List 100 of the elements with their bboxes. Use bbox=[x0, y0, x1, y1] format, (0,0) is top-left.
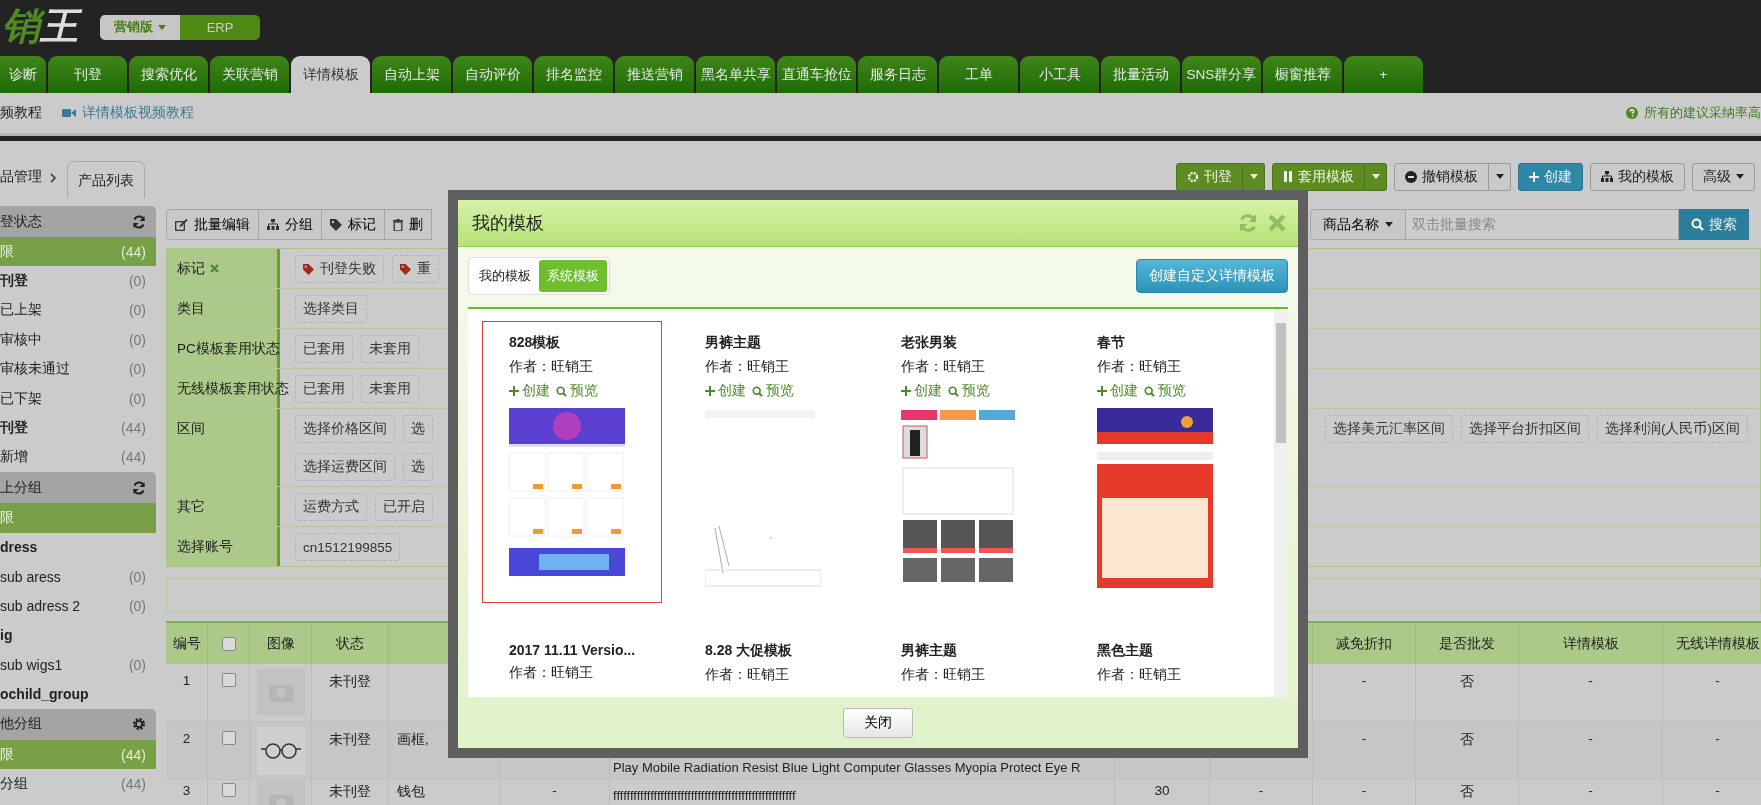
sidebar-item[interactable]: 已上架 (0) bbox=[0, 295, 156, 326]
template-card[interactable]: 828模板 作者：旺销王 创建 预览 bbox=[482, 321, 662, 603]
sidebar-item[interactable]: 分组 (44) bbox=[0, 769, 156, 799]
nav-tab[interactable]: 推送营销 bbox=[615, 56, 694, 93]
sidebar-item[interactable]: 审核未通过 (0) bbox=[0, 354, 156, 384]
filter-option[interactable]: 选择运费区间 bbox=[295, 453, 395, 481]
clear-icon[interactable] bbox=[210, 264, 219, 273]
nav-tab[interactable]: 工单 bbox=[939, 56, 1018, 93]
sidebar-item[interactable]: ochild_group bbox=[0, 679, 156, 709]
create-link[interactable]: 创建 bbox=[901, 382, 942, 400]
close-icon[interactable] bbox=[1268, 214, 1286, 232]
sidebar-item[interactable]: 刊登 (0) bbox=[0, 266, 156, 296]
dropdown-toggle[interactable] bbox=[1243, 162, 1265, 191]
template-card[interactable]: 男裤主题 作者：旺销王 创建 预览 bbox=[678, 321, 858, 603]
nav-tab[interactable]: 批量活动 bbox=[1101, 56, 1180, 93]
scrollbar[interactable] bbox=[1274, 309, 1288, 697]
action-button[interactable]: 我的模板 bbox=[1590, 162, 1685, 191]
template-card[interactable]: 男裤主题 作者：旺销王 bbox=[874, 629, 1054, 697]
filter-option[interactable]: cn1512199855 bbox=[295, 533, 401, 561]
sidebar-item[interactable]: 审核中 (0) bbox=[0, 325, 156, 355]
nav-tab[interactable]: 自动评价 bbox=[453, 56, 532, 93]
table-cell: Play Mobile Radiation Resist Blue Light Computer Glasses Myopia Protect Eye R bbox=[613, 760, 1081, 775]
nav-tab[interactable]: 黑名单共享 bbox=[696, 56, 775, 93]
toolbar-button[interactable]: 批量编辑 bbox=[166, 209, 259, 240]
action-button[interactable]: 刊登 bbox=[1176, 162, 1243, 191]
action-button[interactable]: 高级 bbox=[1692, 162, 1755, 191]
tag-icon bbox=[400, 263, 411, 275]
create-link[interactable]: 创建 bbox=[509, 382, 550, 400]
refresh-icon[interactable] bbox=[132, 214, 146, 229]
close-button[interactable]: 关闭 bbox=[843, 707, 913, 738]
action-button[interactable]: 撤销模板 bbox=[1394, 162, 1489, 191]
tag-filter[interactable]: 重 bbox=[392, 255, 439, 283]
tag-filter[interactable]: 刊登失败 bbox=[295, 255, 384, 283]
filter-option[interactable]: 选 bbox=[403, 453, 433, 481]
filter-option[interactable]: 选择平台折扣区间 bbox=[1461, 415, 1589, 443]
nav-tab[interactable]: 搜索优化 bbox=[129, 56, 208, 93]
nav-tab[interactable]: 直通车抢位 bbox=[777, 56, 856, 93]
template-card[interactable]: 2017 11.11 Versio... 作者：旺销王 bbox=[482, 629, 662, 697]
nav-tab[interactable]: 详情模板 bbox=[291, 56, 370, 93]
action-button[interactable]: 套用模板 bbox=[1272, 162, 1365, 191]
nav-tab[interactable]: 服务日志 bbox=[858, 56, 937, 93]
dropdown-toggle[interactable] bbox=[1489, 162, 1511, 191]
row-checkbox[interactable] bbox=[221, 783, 236, 797]
template-card[interactable]: 黑色主题 作者：旺销王 bbox=[1070, 629, 1250, 697]
dialog-tab[interactable]: 我的模板 bbox=[471, 260, 539, 292]
nav-tab[interactable]: 自动上架 bbox=[372, 56, 451, 93]
notice-text: 所有的建议采纳率高 bbox=[1644, 104, 1761, 122]
toolbar-button[interactable]: 分组 bbox=[258, 209, 322, 240]
preview-link[interactable]: 预览 bbox=[752, 382, 794, 400]
action-button[interactable]: 创建 bbox=[1518, 162, 1583, 191]
filter-option[interactable]: 已开启 bbox=[375, 493, 433, 521]
nav-tab[interactable]: 排名监控 bbox=[534, 56, 613, 93]
nav-tab[interactable]: SNS群分享 bbox=[1182, 56, 1261, 93]
preview-link[interactable]: 预览 bbox=[1144, 382, 1186, 400]
row-checkbox[interactable] bbox=[221, 673, 236, 687]
sidebar-item[interactable]: sub adress 2 (0) bbox=[0, 591, 156, 621]
filter-option[interactable]: 已套用 bbox=[295, 375, 353, 403]
search-button[interactable]: 搜索 bbox=[1679, 209, 1749, 240]
filter-label-text: 类目 bbox=[177, 300, 205, 318]
filter-option[interactable]: 选 bbox=[403, 415, 433, 443]
sidebar-item[interactable]: 新增 (44) bbox=[0, 442, 156, 473]
breadcrumb-tab[interactable]: 产品列表 bbox=[67, 161, 145, 198]
sidebar-item[interactable]: 已下架 (0) bbox=[0, 383, 156, 414]
filter-option[interactable]: 已套用 bbox=[295, 335, 353, 363]
filter-option[interactable]: 选择价格区间 bbox=[295, 415, 395, 443]
filter-option[interactable]: 未套用 bbox=[361, 335, 419, 363]
breadcrumb-item[interactable]: 品管理 bbox=[0, 168, 42, 198]
sidebar-item[interactable]: sub wigs1 (0) bbox=[0, 650, 156, 680]
search-field-select[interactable]: 商品名称 bbox=[1310, 209, 1406, 240]
sidebar-item[interactable]: 刊登 (44) bbox=[0, 413, 156, 443]
create-link[interactable]: 创建 bbox=[705, 382, 746, 400]
sidebar-item[interactable]: sub aress (0) bbox=[0, 561, 156, 592]
toolbar-button[interactable]: 标记 bbox=[321, 209, 385, 240]
template-card[interactable]: 老张男装 作者：旺销王 创建 预览 bbox=[874, 321, 1054, 603]
sidebar-item[interactable]: ig bbox=[0, 620, 156, 651]
sidebar-item[interactable]: dress bbox=[0, 532, 156, 562]
preview-link[interactable]: 预览 bbox=[948, 382, 990, 400]
template-card[interactable]: 春节 作者：旺销王 创建 预览 bbox=[1070, 321, 1250, 603]
filter-option[interactable]: 运费方式 bbox=[295, 493, 367, 521]
nav-tab[interactable]: 橱窗推荐 bbox=[1263, 56, 1342, 93]
filter-option[interactable]: 未套用 bbox=[361, 375, 419, 403]
nav-tab[interactable]: + bbox=[1344, 56, 1423, 93]
filter-option[interactable]: 选择类目 bbox=[295, 295, 367, 323]
toolbar-button[interactable]: 删 bbox=[384, 209, 432, 240]
search-input[interactable]: 双击批量搜索 bbox=[1406, 209, 1679, 240]
preview-link[interactable]: 预览 bbox=[556, 382, 598, 400]
item-count: (0) bbox=[128, 302, 146, 319]
nav-tab[interactable]: 诊断 bbox=[0, 56, 46, 93]
nav-tab[interactable]: 小工具 bbox=[1020, 56, 1099, 93]
filter-option[interactable]: 选择美元汇率区间 bbox=[1325, 415, 1453, 443]
dropdown-toggle[interactable] bbox=[1365, 162, 1387, 191]
create-link[interactable]: 创建 bbox=[1097, 382, 1138, 400]
settings-icon[interactable] bbox=[132, 717, 146, 732]
nav-tab[interactable]: 关联营销 bbox=[210, 56, 289, 93]
row-checkbox[interactable] bbox=[221, 731, 236, 745]
select-all-checkbox[interactable] bbox=[221, 636, 236, 651]
template-card[interactable]: 8.28 大促模板 作者：旺销王 bbox=[678, 629, 858, 697]
filter-option[interactable]: 选择利润(人民币)区间 bbox=[1597, 415, 1748, 443]
refresh-icon[interactable] bbox=[132, 480, 146, 495]
nav-tab[interactable]: 刊登 bbox=[48, 56, 127, 93]
